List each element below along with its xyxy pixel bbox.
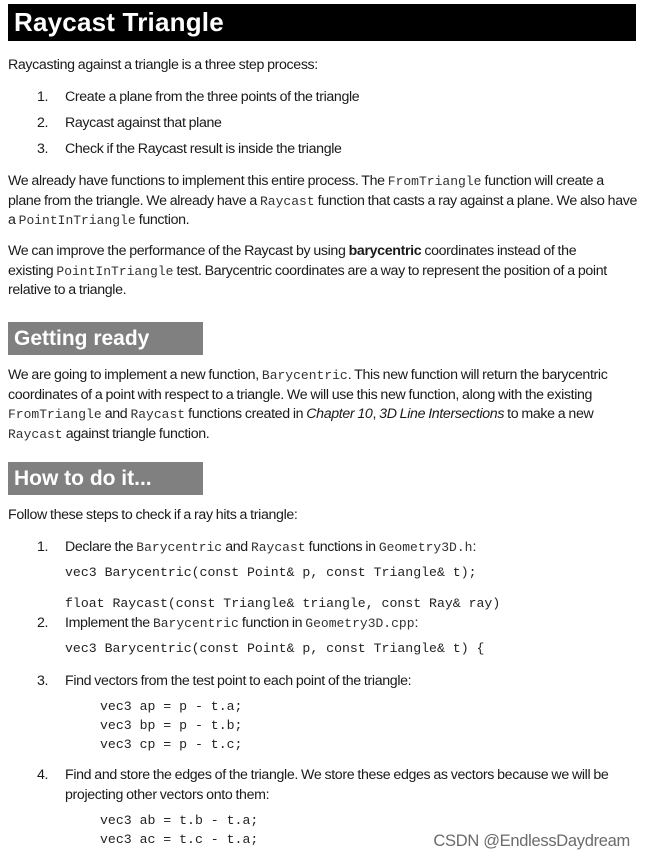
step-number: 2. xyxy=(37,615,49,631)
step-number: 3. xyxy=(37,673,49,689)
inline-code: Raycast xyxy=(8,426,63,442)
list-number: 1. xyxy=(37,89,49,105)
list-number: 2. xyxy=(37,115,49,131)
step-number: 1. xyxy=(37,539,49,555)
list-text: Check if the Raycast result is inside th… xyxy=(65,141,342,157)
chapter-reference: Chapter 10 xyxy=(306,406,373,422)
watermark: CSDN @EndlessDaydream xyxy=(433,832,630,850)
inline-code: Raycast xyxy=(259,193,315,209)
code-line: float Raycast(const Triangle& triangle, … xyxy=(65,596,501,611)
text: function in xyxy=(238,615,306,631)
inline-code: PointInTriangle xyxy=(18,213,136,228)
how-to-intro: Follow these steps to check if a ray hit… xyxy=(8,507,298,523)
inline-code: PointInTriangle xyxy=(56,263,174,279)
inline-code: FromTriangle xyxy=(8,407,102,422)
text: : xyxy=(472,539,477,555)
section-heading-how-to: How to do it... xyxy=(8,462,203,495)
step-number: 4. xyxy=(37,767,49,783)
step-text: Declare the Barycentric and Raycast func… xyxy=(65,538,635,558)
list-number: 3. xyxy=(37,141,49,157)
code-line: vec3 bp = p - t.b; xyxy=(100,718,243,733)
paragraph-barycentric: We can improve the performance of the Ra… xyxy=(8,242,618,301)
document-page: Raycast Triangle Raycasting against a tr… xyxy=(0,0,646,863)
paragraph-getting-ready: We are going to implement a new function… xyxy=(8,366,623,444)
code-line: vec3 cp = p - t.c; xyxy=(100,737,243,752)
chapter-title-reference: 3D Line Intersections xyxy=(379,406,505,422)
text: functions in xyxy=(305,539,379,555)
page-title: Raycast Triangle xyxy=(8,4,636,41)
list-text: Create a plane from the three points of … xyxy=(65,89,360,105)
text: We are going to implement a new function… xyxy=(8,367,262,383)
text: Implement the xyxy=(65,615,153,631)
code-line: vec3 ap = p - t.a; xyxy=(100,699,243,714)
text: functions created in xyxy=(185,406,307,422)
text: and xyxy=(101,406,131,422)
code-line: vec3 ac = t.c - t.a; xyxy=(100,832,259,847)
list-text: Raycast against that plane xyxy=(65,115,222,131)
step-text: Find and store the edges of the triangle… xyxy=(65,767,609,803)
section-heading-getting-ready: Getting ready xyxy=(8,322,203,355)
step-text: Implement the Barycentric function in Ge… xyxy=(65,614,635,634)
text: and xyxy=(222,539,251,555)
paragraph-existing-functions: We already have functions to implement t… xyxy=(8,172,638,231)
inline-code: Geometry3D.cpp xyxy=(305,616,415,631)
text: We already have functions to implement t… xyxy=(8,173,388,189)
text: to make a new xyxy=(504,406,594,422)
text: : xyxy=(414,615,419,631)
inline-code: FromTriangle xyxy=(387,174,482,189)
step-text: Find vectors from the test point to each… xyxy=(65,673,412,689)
text: Declare the xyxy=(65,539,137,555)
inline-code: Barycentric xyxy=(261,368,348,383)
inline-code: Barycentric xyxy=(136,540,223,555)
text: function. xyxy=(135,212,190,228)
code-line: vec3 ab = t.b - t.a; xyxy=(100,813,259,828)
intro-paragraph: Raycasting against a triangle is a three… xyxy=(8,57,318,73)
code-line: vec3 Barycentric(const Point& p, const T… xyxy=(65,565,477,580)
bold-term: barycentric xyxy=(348,243,422,259)
inline-code: Raycast xyxy=(250,540,306,555)
inline-code: Barycentric xyxy=(152,616,239,631)
text: against triangle function. xyxy=(62,425,210,442)
text: We can improve the performance of the Ra… xyxy=(8,243,349,259)
inline-code: Geometry3D.h xyxy=(378,540,473,555)
code-line: vec3 Barycentric(const Point& p, const T… xyxy=(65,641,485,656)
inline-code: Raycast xyxy=(130,407,186,422)
